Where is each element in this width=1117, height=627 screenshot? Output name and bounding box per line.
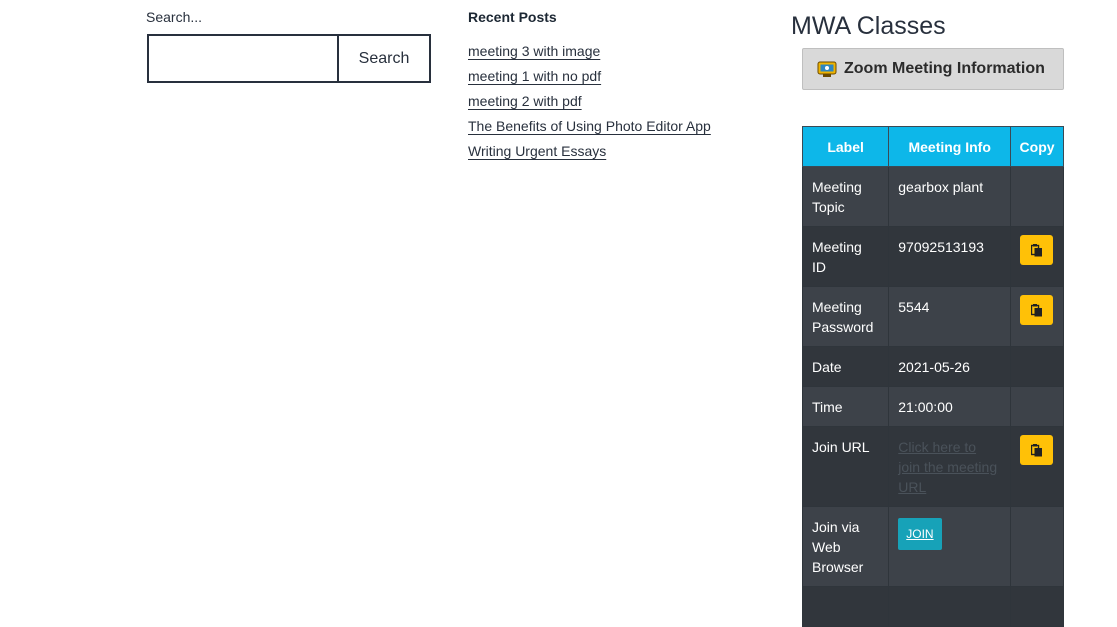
row-value: 97092513193	[888, 226, 1012, 287]
row-label: Meeting ID	[801, 226, 890, 287]
table-row: Join URL Click here to join the meeting …	[801, 426, 1064, 507]
search-label: Search...	[146, 9, 203, 25]
copy-cell	[1010, 166, 1064, 227]
list-item: Writing Urgent Essays	[468, 143, 711, 168]
recent-post-link[interactable]: meeting 1 with no pdf	[468, 68, 601, 84]
table-row: Join via Web Browser JOIN	[801, 506, 1064, 587]
list-item: meeting 1 with no pdf	[468, 68, 711, 93]
row-label: Meeting Topic	[801, 166, 890, 227]
row-label: Join via Web Browser	[801, 506, 890, 587]
recent-posts-title: Recent Posts	[468, 9, 557, 25]
copy-cell	[1010, 286, 1064, 347]
row-label: Meeting Password	[801, 286, 890, 347]
recent-posts-list: meeting 3 with image meeting 1 with no p…	[468, 43, 711, 168]
table-header-row: Label Meeting Info Copy	[801, 126, 1064, 167]
meeting-info-table: Label Meeting Info Copy Meeting Topic ge…	[801, 126, 1064, 627]
copy-cell	[1010, 346, 1064, 387]
list-item: The Benefits of Using Photo Editor App	[468, 118, 711, 143]
join-url-link[interactable]: Click here to join the meeting URL	[898, 439, 997, 495]
row-label: Date	[801, 346, 890, 387]
search-button[interactable]: Search	[337, 34, 431, 83]
column-header-meeting-info: Meeting Info	[888, 126, 1012, 167]
copy-cell	[1010, 426, 1064, 507]
row-label	[801, 586, 890, 627]
table-row: Time 21:00:00	[801, 386, 1064, 427]
table-row: Meeting Topic gearbox plant	[801, 166, 1064, 227]
row-value: gearbox plant	[888, 166, 1012, 227]
copy-icon	[1030, 303, 1042, 316]
table-row: Meeting ID 97092513193	[801, 226, 1064, 287]
column-header-copy: Copy	[1010, 126, 1064, 167]
row-value	[888, 586, 1012, 627]
copy-icon	[1030, 243, 1042, 256]
copy-meeting-password-button[interactable]	[1020, 295, 1054, 325]
row-label: Join URL	[801, 426, 890, 507]
table-row: Meeting Password 5544	[801, 286, 1064, 347]
mwa-classes-title: MWA Classes	[791, 12, 946, 40]
list-item: meeting 2 with pdf	[468, 93, 711, 118]
column-header-label: Label	[801, 126, 890, 167]
copy-cell	[1010, 386, 1064, 427]
recent-post-link[interactable]: meeting 3 with image	[468, 43, 600, 59]
row-label: Time	[801, 386, 890, 427]
row-value: Click here to join the meeting URL	[888, 426, 1012, 507]
table-row	[801, 586, 1064, 627]
copy-icon	[1030, 443, 1042, 456]
copy-cell	[1010, 586, 1064, 627]
zoom-meeting-icon	[817, 60, 837, 78]
copy-cell	[1010, 226, 1064, 287]
row-value: 5544	[888, 286, 1012, 347]
zoom-meeting-info-button[interactable]: Zoom Meeting Information	[802, 48, 1064, 90]
row-value: 2021-05-26	[888, 346, 1012, 387]
join-browser-button[interactable]: JOIN	[898, 518, 942, 550]
list-item: meeting 3 with image	[468, 43, 711, 68]
copy-join-url-button[interactable]	[1020, 435, 1054, 465]
recent-post-link[interactable]: meeting 2 with pdf	[468, 93, 582, 109]
copy-cell	[1010, 506, 1064, 587]
search-input[interactable]	[147, 34, 337, 83]
table-row: Date 2021-05-26	[801, 346, 1064, 387]
row-value: JOIN	[888, 506, 1012, 587]
recent-post-link[interactable]: Writing Urgent Essays	[468, 143, 606, 159]
zoom-meeting-info-label: Zoom Meeting Information	[844, 60, 1045, 77]
recent-post-link[interactable]: The Benefits of Using Photo Editor App	[468, 118, 711, 134]
search-form: Search	[147, 34, 431, 83]
copy-meeting-id-button[interactable]	[1020, 235, 1054, 265]
row-value: 21:00:00	[888, 386, 1012, 427]
